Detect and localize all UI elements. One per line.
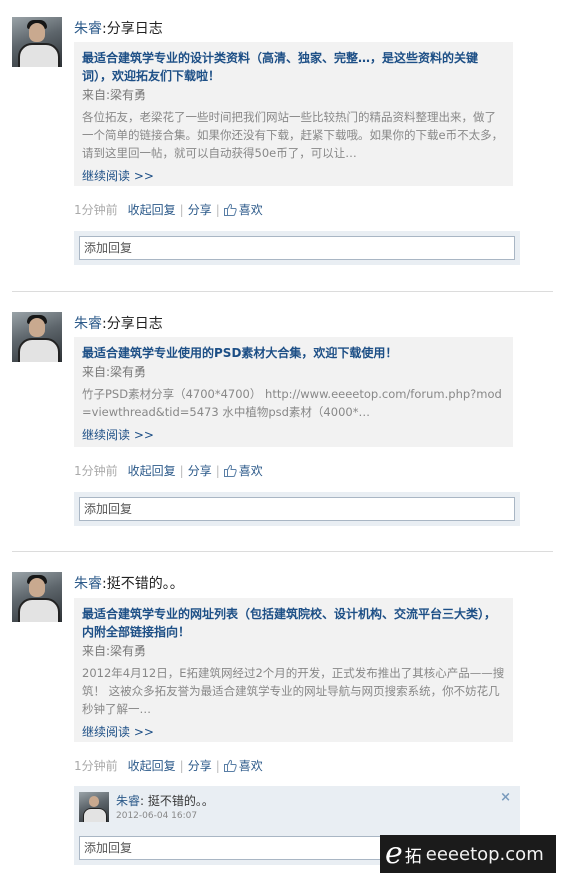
post-actions: 1分钟前 收起回复 | 分享 | 喜欢 — [74, 462, 263, 480]
source-author-link[interactable]: 梁有勇 — [110, 88, 146, 102]
watermark-domain: eeeetop.com — [425, 843, 544, 865]
thumbs-up-icon[interactable] — [223, 464, 237, 480]
shared-post-card: 最适合建筑学专业的网址列表（包括建筑院校、设计机构、交流平台三大类），内附全部链… — [74, 598, 513, 742]
collapse-reply-link[interactable]: 收起回复 — [128, 203, 176, 217]
comment: 朱睿: 挺不错的。。 2012-06-04 16:07 × — [74, 786, 520, 828]
author-line: 朱睿:分享日志 — [74, 18, 163, 38]
reply-input[interactable] — [79, 497, 515, 521]
read-more-link[interactable]: 继续阅读 >> — [82, 724, 505, 740]
close-icon[interactable]: × — [500, 790, 511, 805]
shared-post-card: 最适合建筑学专业的设计类资料（高清、独家、完整…，是这些资料的关键词），欢迎拓友… — [74, 42, 513, 186]
share-link[interactable]: 分享 — [188, 203, 212, 217]
source-author-link[interactable]: 梁有勇 — [110, 365, 146, 379]
like-link[interactable]: 喜欢 — [239, 759, 263, 773]
read-more-link[interactable]: 继续阅读 >> — [82, 168, 505, 184]
thumbs-up-icon[interactable] — [223, 759, 237, 775]
watermark-logo-e: e — [385, 836, 403, 871]
share-link[interactable]: 分享 — [188, 464, 212, 478]
separator: | — [179, 759, 184, 773]
divider — [12, 551, 553, 552]
avatar[interactable] — [12, 312, 62, 362]
separator: | — [215, 203, 220, 217]
author-line: 朱睿:挺不错的。。 — [74, 573, 184, 593]
like-link[interactable]: 喜欢 — [239, 464, 263, 478]
post-title-link[interactable]: 最适合建筑学专业的设计类资料（高清、独家、完整…，是这些资料的关键词），欢迎拓友… — [82, 49, 505, 85]
collapse-reply-link[interactable]: 收起回复 — [128, 464, 176, 478]
post-title-link[interactable]: 最适合建筑学专业的网址列表（包括建筑院校、设计机构、交流平台三大类），内附全部链… — [82, 605, 505, 641]
source-label: 来自: — [82, 365, 111, 379]
share-link[interactable]: 分享 — [188, 759, 212, 773]
avatar[interactable] — [12, 17, 62, 67]
post-source: 来自:梁有勇 — [82, 87, 505, 103]
post-excerpt: 竹子PSD素材分享（4700*4700） http://www.eeeetop.… — [82, 387, 502, 419]
post-source: 来自:梁有勇 — [82, 643, 505, 659]
separator: | — [215, 464, 220, 478]
action-text: :分享日志 — [102, 316, 163, 332]
post-title-link[interactable]: 最适合建筑学专业使用的PSD素材大合集，欢迎下载使用！ — [82, 344, 505, 362]
shared-post-card: 最适合建筑学专业使用的PSD素材大合集，欢迎下载使用！ 来自:梁有勇 竹子PSD… — [74, 337, 513, 447]
separator: | — [179, 203, 184, 217]
post-time: 1分钟前 — [74, 759, 118, 773]
post-time: 1分钟前 — [74, 464, 118, 478]
source-label: 来自: — [82, 88, 111, 102]
read-more-link[interactable]: 继续阅读 >> — [82, 427, 505, 443]
author-link[interactable]: 朱睿 — [74, 576, 102, 592]
post-source: 来自:梁有勇 — [82, 364, 505, 380]
author-link[interactable]: 朱睿 — [74, 21, 102, 37]
thumbs-up-icon[interactable] — [223, 203, 237, 219]
post-actions: 1分钟前 收起回复 | 分享 | 喜欢 — [74, 757, 263, 775]
watermark-logo-cn: 拓 — [404, 846, 422, 867]
avatar[interactable] — [12, 572, 62, 622]
collapse-reply-link[interactable]: 收起回复 — [128, 759, 176, 773]
like-link[interactable]: 喜欢 — [239, 203, 263, 217]
comment-text: 朱睿: 挺不错的。。 — [116, 792, 214, 809]
post-actions: 1分钟前 收起回复 | 分享 | 喜欢 — [74, 201, 263, 219]
divider — [12, 291, 553, 292]
action-text: :分享日志 — [102, 21, 163, 37]
source-label: 来自: — [82, 644, 111, 658]
comment-time: 2012-06-04 16:07 — [116, 811, 198, 821]
site-watermark: e 拓 eeeetop.com — [380, 835, 556, 873]
post-time: 1分钟前 — [74, 203, 118, 217]
post-excerpt: 各位拓友，老梁花了一些时间把我们网站一些比较热门的精品资料整理出来，做了一个简单… — [82, 110, 504, 160]
comment-body: : 挺不错的。。 — [140, 794, 214, 808]
author-link[interactable]: 朱睿 — [74, 316, 102, 332]
source-author-link[interactable]: 梁有勇 — [110, 644, 146, 658]
author-line: 朱睿:分享日志 — [74, 313, 163, 333]
separator: | — [179, 464, 184, 478]
post-excerpt: 2012年4月12日，E拓建筑网经过2个月的开发，正式发布推出了其核心产品——搜… — [82, 666, 505, 716]
reply-input[interactable] — [79, 236, 515, 260]
reply-box — [74, 231, 520, 265]
action-text: :挺不错的。。 — [102, 576, 184, 592]
separator: | — [215, 759, 220, 773]
comment-avatar[interactable] — [79, 792, 109, 822]
reply-box — [74, 492, 520, 526]
comment-author-link[interactable]: 朱睿 — [116, 794, 140, 808]
